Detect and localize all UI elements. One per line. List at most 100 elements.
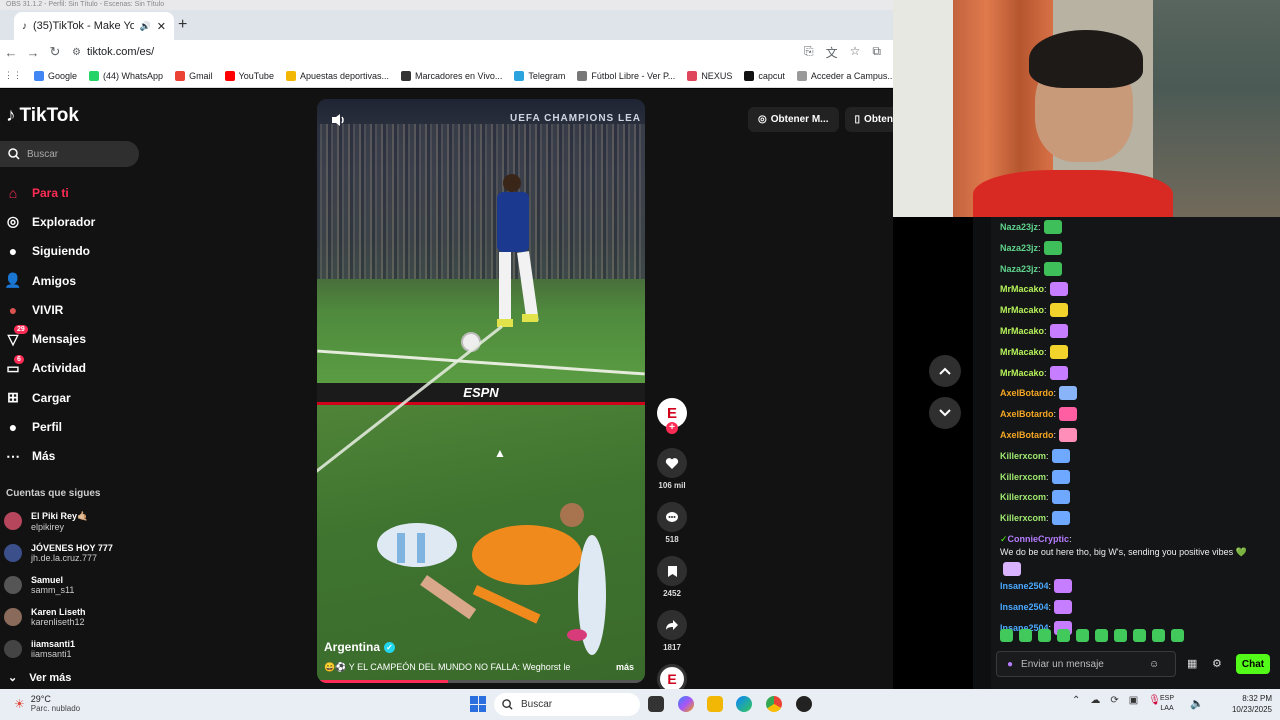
emote-icon[interactable] <box>1171 629 1184 642</box>
emote-icon[interactable] <box>1095 629 1108 642</box>
chat-username[interactable]: Killerxcom <box>1000 467 1046 487</box>
edge-icon[interactable] <box>736 696 752 712</box>
emote-icon[interactable] <box>1057 629 1070 642</box>
site-info-icon[interactable]: ⚙ <box>72 47 81 58</box>
following-item[interactable]: Samuel samm_s11 <box>4 569 113 601</box>
translate-icon[interactable]: 文 <box>826 44 838 61</box>
chat-username[interactable]: Naza23jz <box>1000 217 1038 237</box>
emote-icon[interactable] <box>1038 629 1051 642</box>
more-caption-link[interactable]: más <box>616 662 634 673</box>
address-bar[interactable]: ⚙ tiktok.com/es/ <box>72 46 804 58</box>
video-author[interactable]: Argentina ✓ <box>324 640 396 654</box>
chat-username[interactable]: MrMacako <box>1000 300 1044 320</box>
sidebar-item-explorador[interactable]: ◎ Explorador <box>4 207 95 236</box>
bookmark-item[interactable]: Google <box>34 70 77 81</box>
sidebar-item-cargar[interactable]: ⊞ Cargar <box>4 383 95 412</box>
weather-widget[interactable]: ☀ 29°C Parc. nublado <box>14 694 80 713</box>
sync-icon[interactable]: ⟳ <box>1110 695 1118 706</box>
reload-icon[interactable]: ↻ <box>44 44 66 60</box>
mic-icon[interactable]: ● <box>1007 659 1013 670</box>
emote-icon[interactable] <box>1000 629 1013 642</box>
language-indicator[interactable]: ESP LAA <box>1160 694 1174 714</box>
search-box[interactable] <box>0 141 139 167</box>
obs-icon[interactable] <box>796 696 812 712</box>
sidebar-item-mensajes[interactable]: ▽ 29 Mensajes <box>4 324 95 353</box>
start-button[interactable] <box>470 696 486 712</box>
follow-plus-icon[interactable]: + <box>666 422 678 434</box>
chat-username[interactable]: Killerxcom <box>1000 487 1046 507</box>
store-icon[interactable]: ▦ <box>1187 657 1197 670</box>
comment-button[interactable] <box>657 502 687 532</box>
bookmark-item[interactable]: Acceder a Campus... <box>796 70 893 81</box>
apps-grid-icon[interactable]: ⋮⋮ <box>4 70 22 81</box>
bookmark-item[interactable]: Fútbol Libre - Ver P... <box>577 70 675 81</box>
save-button[interactable] <box>657 556 687 586</box>
search-input[interactable] <box>27 148 127 160</box>
bookmark-item[interactable]: (44) WhatsApp <box>89 70 163 81</box>
copilot-icon[interactable] <box>678 696 694 712</box>
get-app-button[interactable]: ◎ Obtener M... <box>748 107 839 132</box>
sidebar-item-amigos[interactable]: 👤 Amigos <box>4 266 95 295</box>
tab-tiktok[interactable]: ♪ (35)TikTok - Make Your Day 🔊 ✕ <box>14 12 174 40</box>
forward-icon[interactable]: → <box>22 45 44 60</box>
speaker-icon[interactable]: 🔊 <box>140 21 151 32</box>
following-item[interactable]: El Piki Rey🤙🏼 elpikirey <box>4 505 113 537</box>
chat-username[interactable]: AxelBotardo <box>1000 383 1054 403</box>
chat-username[interactable]: AxelBotardo <box>1000 404 1054 424</box>
get-app-button[interactable]: ▯Obtener l <box>844 107 893 132</box>
following-item[interactable]: iiamsanti1 iiamsanti1 <box>4 633 113 665</box>
chat-username[interactable]: AxelBotardo <box>1000 425 1054 445</box>
sidebar-item-parati[interactable]: ⌂ Para ti <box>4 178 95 207</box>
chat-username[interactable]: Killerxcom <box>1000 446 1046 466</box>
chat-input-box[interactable]: ● ☺ <box>996 651 1176 677</box>
chat-send-button[interactable]: Chat <box>1236 654 1270 674</box>
chat-username[interactable]: MrMacako <box>1000 363 1044 383</box>
following-item[interactable]: JÓVENES HOY 777 jh.de.la.cruz.777 <box>4 537 113 569</box>
video-player[interactable]: UEFA CHAMPIONS LEA ESPN ▲ Argentina ✓ 😄⚽… <box>317 99 645 683</box>
close-tab-icon[interactable]: ✕ <box>157 20 166 33</box>
see-more-link[interactable]: ⌄ Ver más <box>8 671 71 685</box>
tray-chevron-up-icon[interactable]: ⌃ <box>1072 695 1080 706</box>
chrome-icon[interactable] <box>766 696 782 712</box>
chat-username[interactable]: MrMacako <box>1000 321 1044 341</box>
bookmark-item[interactable]: YouTube <box>224 70 274 81</box>
bookmark-item[interactable]: capcut <box>744 70 785 81</box>
taskbar-search[interactable] <box>494 693 640 716</box>
sidebar-item-vivir[interactable]: ● VIVIR <box>4 295 95 324</box>
sidebar-item-perfil[interactable]: ● Perfil <box>4 412 95 441</box>
bookmark-item[interactable]: NEXUS <box>687 70 732 81</box>
bookmark-item[interactable]: Marcadores en Vivo... <box>401 70 502 81</box>
chat-username[interactable]: Naza23jz <box>1000 238 1038 258</box>
back-icon[interactable]: ← <box>0 45 22 60</box>
emote-icon[interactable] <box>1076 629 1089 642</box>
tiktok-logo[interactable]: ♪ TikTok <box>6 105 79 127</box>
like-button[interactable] <box>657 448 687 478</box>
chat-username[interactable]: MrMacako <box>1000 342 1044 362</box>
chat-username[interactable]: Insane2504 <box>1000 576 1049 596</box>
chat-username[interactable]: ConnieCryptic <box>1008 533 1070 546</box>
task-view-icon[interactable] <box>648 696 664 712</box>
creator-avatar[interactable]: E + <box>657 398 687 434</box>
bookmark-star-icon[interactable]: ☆ <box>850 44 861 61</box>
bookmark-item[interactable]: Apuestas deportivas... <box>285 70 389 81</box>
bookmark-item[interactable]: Telegram <box>514 70 565 81</box>
taskbar-clock[interactable]: 8:32 PM 10/23/2025 <box>1220 693 1272 715</box>
chat-message-input[interactable] <box>1021 658 1142 670</box>
emote-icon[interactable] <box>1019 629 1032 642</box>
chat-username[interactable]: Killerxcom <box>1000 508 1046 528</box>
install-icon[interactable]: ⎘ <box>804 44 814 61</box>
sidebar-item-siguiendo[interactable]: ● Siguiendo <box>4 237 95 266</box>
settings-gear-icon[interactable]: ⚙ <box>1212 657 1222 670</box>
sidebar-item-actividad[interactable]: ▭ 6 Actividad <box>4 354 95 383</box>
extensions-icon[interactable]: ⧉ <box>872 44 881 61</box>
chat-username[interactable]: MrMacako <box>1000 279 1044 299</box>
bookmark-item[interactable]: Gmail <box>175 70 213 81</box>
video-progress[interactable] <box>317 680 645 683</box>
next-video-button[interactable] <box>929 397 961 429</box>
emote-icon[interactable] <box>1114 629 1127 642</box>
chat-username[interactable]: Insane2504 <box>1000 597 1049 617</box>
volume-tray-icon[interactable]: 🔈 <box>1190 697 1204 710</box>
emoji-icon[interactable]: ☺ <box>1149 659 1159 670</box>
sound-disc[interactable]: E <box>657 664 687 689</box>
sidebar-item-ms[interactable]: ⋯ Más <box>4 442 95 471</box>
